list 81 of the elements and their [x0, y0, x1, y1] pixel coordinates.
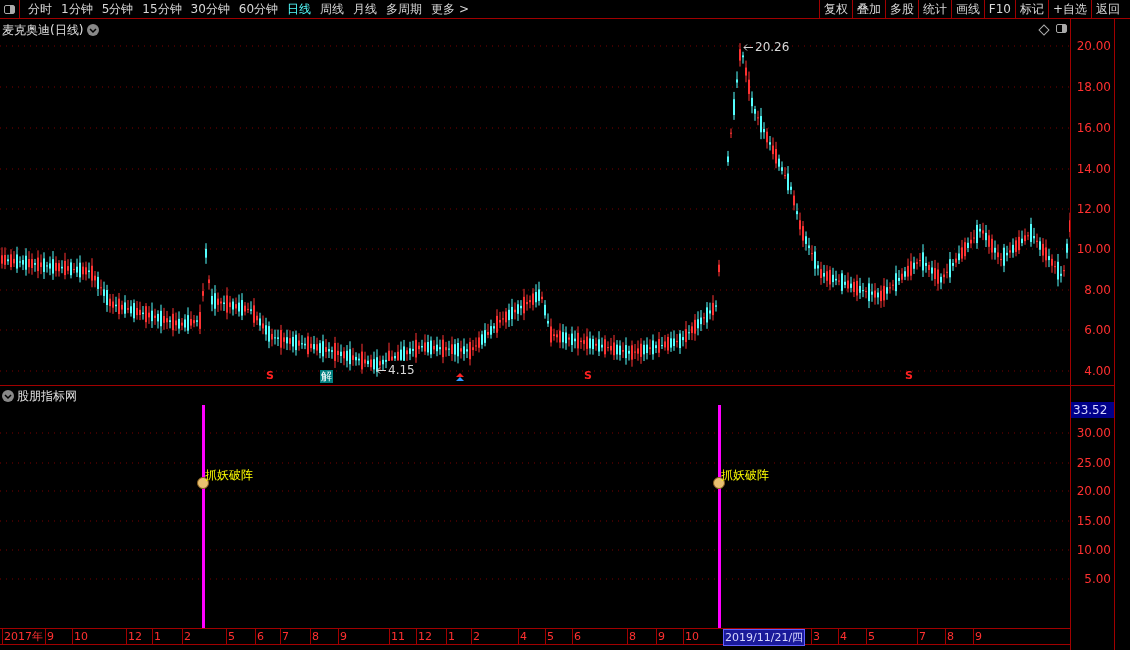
toolbar-button[interactable]: 多股: [884, 0, 918, 18]
toggle-icon[interactable]: [1056, 24, 1067, 33]
signal-label: 抓妖破阵: [205, 467, 253, 484]
toolbar-button[interactable]: 复权: [818, 0, 852, 18]
period-tab[interactable]: 日线: [287, 0, 312, 18]
y-axis-label: 16.00: [1076, 122, 1111, 134]
date-label: 5: [866, 629, 876, 644]
low-price-label: 4.15: [388, 361, 415, 379]
dropdown-icon[interactable]: [87, 24, 100, 36]
period-tab[interactable]: 60分钟: [238, 0, 279, 18]
period-tab[interactable]: 更多 >: [431, 0, 469, 18]
y-axis-label: 20.00: [1076, 485, 1111, 497]
y-axis-label: 12.00: [1076, 203, 1111, 215]
date-label: 9: [45, 629, 55, 644]
toggle-icon: [4, 4, 15, 14]
period-tab[interactable]: 分时: [28, 0, 52, 18]
date-label: 4: [518, 629, 528, 644]
date-label: 8: [310, 629, 320, 644]
y-axis-label: 15.00: [1076, 515, 1111, 527]
high-price-label: 20.26: [755, 39, 790, 56]
date-label: 1: [446, 629, 456, 644]
period-tab[interactable]: 周线: [320, 0, 345, 18]
period-tab[interactable]: 15分钟: [142, 0, 182, 18]
toolbar-button[interactable]: 返回: [1091, 0, 1124, 18]
toolbar-button[interactable]: 统计: [917, 0, 951, 18]
toolbar-button[interactable]: 标记: [1014, 0, 1048, 18]
date-label: 10: [683, 629, 700, 644]
current-value-label: 33.52: [1071, 402, 1114, 418]
date-label: 12: [416, 629, 433, 644]
date-label: 5: [226, 629, 236, 644]
date-label: 6: [255, 629, 265, 644]
double-up-arrow-icon: [456, 373, 464, 381]
indicator-title: 股朋指标网: [17, 388, 77, 405]
date-label: 1: [152, 629, 162, 644]
chart-title: 麦克奥迪(日线): [2, 22, 84, 39]
sell-signal-marker: S: [584, 370, 592, 382]
y-axis-label: 18.00: [1076, 81, 1111, 93]
arrow-icon: [376, 366, 386, 374]
signal-label: 抓妖破阵: [721, 467, 769, 484]
date-label: 8: [627, 629, 637, 644]
date-label: 2: [471, 629, 481, 644]
toolbar-button[interactable]: +自选: [1047, 0, 1091, 18]
date-label: 9: [973, 629, 983, 644]
signal-badge: 解: [320, 370, 333, 383]
period-tab[interactable]: 1分钟: [61, 0, 93, 18]
date-label: 10: [72, 629, 89, 644]
toolbar-button[interactable]: 叠加: [851, 0, 885, 18]
date-label: 6: [572, 629, 582, 644]
y-axis-label: 5.00: [1084, 573, 1111, 585]
y-axis-label: 10.00: [1076, 243, 1111, 255]
date-label: 2: [182, 629, 192, 644]
date-label: 3: [811, 629, 821, 644]
period-tab[interactable]: 30分钟: [190, 0, 230, 18]
toolbar-button[interactable]: F10: [983, 0, 1015, 18]
y-axis-label: 8.00: [1084, 284, 1111, 296]
y-axis-label: 10.00: [1076, 544, 1111, 556]
date-label: 2019/11/21/四: [723, 629, 806, 646]
date-label: 11: [389, 629, 406, 644]
y-axis-label: 14.00: [1076, 163, 1111, 175]
y-axis-label: 4.00: [1084, 365, 1111, 377]
y-axis-label: 30.00: [1076, 427, 1111, 439]
date-label: 5: [545, 629, 555, 644]
date-label: 7: [280, 629, 290, 644]
date-label: 7: [917, 629, 927, 644]
sell-signal-marker: S: [266, 370, 274, 382]
date-label: 2017年: [2, 629, 44, 644]
toolbar-button[interactable]: 画线: [950, 0, 984, 18]
period-tab[interactable]: 月线: [353, 0, 378, 18]
date-label: 8: [945, 629, 955, 644]
y-axis-label: 20.00: [1076, 40, 1111, 52]
y-axis-label: 6.00: [1084, 324, 1111, 336]
date-label: 12: [126, 629, 143, 644]
date-label: 9: [338, 629, 348, 644]
dropdown-icon[interactable]: [2, 390, 14, 402]
y-axis-label: 25.00: [1076, 457, 1111, 469]
period-tab[interactable]: 多周期: [386, 0, 423, 18]
sell-signal-marker: S: [905, 370, 913, 382]
date-label: 4: [838, 629, 848, 644]
date-label: 9: [656, 629, 666, 644]
period-tab[interactable]: 5分钟: [101, 0, 134, 18]
arrow-icon: [743, 43, 753, 51]
